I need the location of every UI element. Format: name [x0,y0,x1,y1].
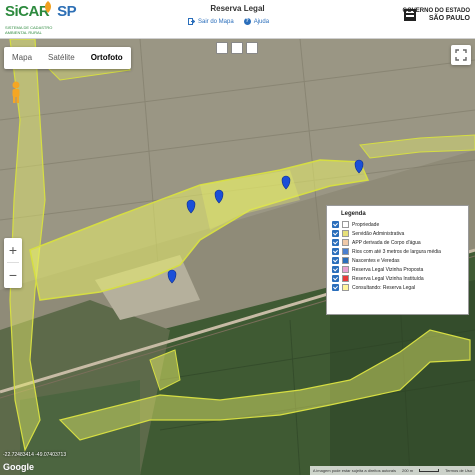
exit-map-label: Sair do Mapa [198,18,234,25]
legend-title: Legenda [341,211,366,217]
exit-icon [188,18,195,25]
legend-swatch [342,221,349,228]
header-links: Sair do Mapa ? Ajuda [188,18,269,25]
legend-item[interactable]: APP derivada de Corpo d'água [327,238,468,247]
legend-checkbox[interactable] [332,248,339,255]
legend-item[interactable]: Rios com até 3 metros de largura média [327,247,468,256]
legend-swatch [342,239,349,246]
zoom-control: + − [4,238,22,288]
legend-checkbox[interactable] [332,266,339,273]
help-icon: ? [243,18,251,25]
measure-icon[interactable] [246,42,258,54]
legend-checkbox[interactable] [332,275,339,282]
map-type-satelite[interactable]: Satélite [40,47,83,69]
gov-line2: SÃO PAULO [428,15,470,22]
legend-label: APP derivada de Corpo d'água [352,239,421,246]
print-icon[interactable] [216,42,228,54]
legend-panel: Legenda Propriedade Servidão Administrati… [326,205,469,315]
zoom-out-button[interactable]: − [4,263,22,287]
legend-checkbox[interactable] [332,284,339,291]
legend-label: Servidão Administrativa [352,230,405,237]
layers-icon[interactable] [231,42,243,54]
scale-label: 200 m [401,468,414,473]
scale-bar [419,469,440,472]
legend-swatch [342,266,349,273]
google-logo: Google [3,462,34,472]
fullscreen-icon [455,49,467,61]
legend-item[interactable]: Nascentes e Veredas [327,256,468,265]
legend-swatch [342,230,349,237]
legend-checkbox[interactable] [332,230,339,237]
legend-label: Propriedade [352,221,380,228]
legend-checkbox[interactable] [332,221,339,228]
exit-map-link[interactable]: Sair do Mapa [188,18,234,25]
zoom-in-button[interactable]: + [4,238,22,262]
legend-label: Rios com até 3 metros de largura média [352,248,441,255]
gov-line1: GOVERNO DO ESTADO [402,8,470,14]
map-type-control: Mapa Satélite Ortofoto [4,47,131,69]
legend-label: Consultando: Reserva Legal [352,284,416,291]
legend-checkbox[interactable] [332,257,339,264]
legend-label: Reserva Legal Vizinha Instituída [352,275,424,282]
legend-item[interactable]: Servidão Administrativa [327,229,468,238]
legend-label: Reserva Legal Vizinha Proposta [352,266,424,273]
map-type-mapa[interactable]: Mapa [4,47,40,69]
legend-item[interactable]: Consultando: Reserva Legal [327,283,468,292]
legend-item[interactable]: Reserva Legal Vizinha Proposta [327,265,468,274]
legend-swatch [342,275,349,282]
legend-swatch [342,257,349,264]
legend-swatch [342,284,349,291]
terms-link[interactable]: Termos de Uso [445,468,472,473]
legend-checkbox[interactable] [332,239,339,246]
map-toolbar [216,42,258,54]
logo-subtitle: SISTEMA DE CADASTRO AMBIENTAL RURAL [5,25,53,35]
legend-swatch [342,248,349,255]
legend-item[interactable]: Propriedade [327,220,468,229]
legend-list: Propriedade Servidão Administrativa APP de… [327,220,468,292]
legend-item[interactable]: Reserva Legal Vizinha Instituída [327,274,468,283]
gov-logo: GOVERNO DO ESTADO SÃO PAULO [402,8,470,22]
fullscreen-button[interactable] [451,45,471,65]
pegman-icon[interactable] [9,80,23,104]
help-label: Ajuda [253,18,270,25]
app-header: SiCAR SP SISTEMA DE CADASTRO AMBIENTAL RU… [0,0,475,39]
attribution-text: A imagem pode estar sujeita a direitos a… [312,468,396,473]
map-type-ortofoto[interactable]: Ortofoto [83,47,131,69]
legend-label: Nascentes e Veredas [352,257,400,264]
coordinates-readout: -22.72483414 -49.07403713 [3,452,67,458]
help-link[interactable]: ? Ajuda [243,18,270,25]
map-attribution: A imagem pode estar sujeita a direitos a… [309,466,475,475]
